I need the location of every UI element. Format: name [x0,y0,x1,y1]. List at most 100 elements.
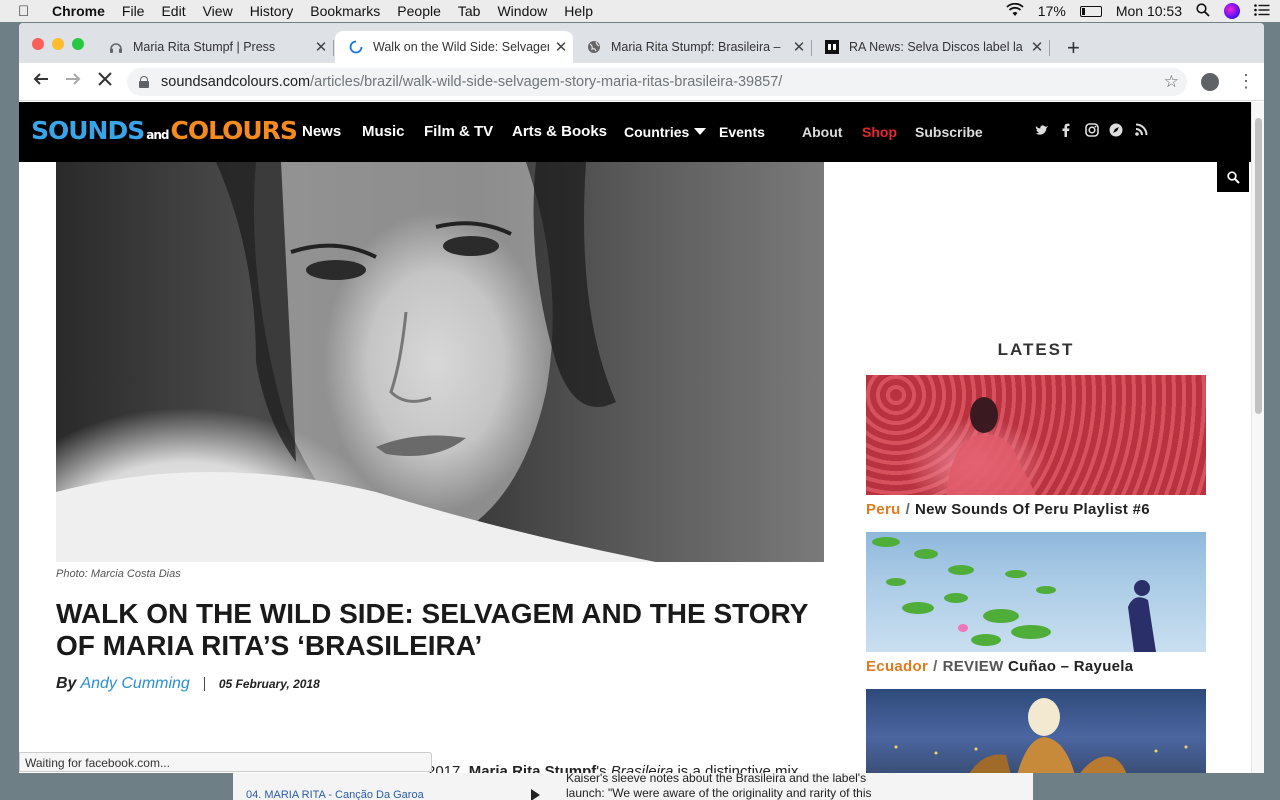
back-button[interactable] [33,71,49,92]
author-link[interactable]: Andy Cumming [80,675,189,693]
url-host: soundsandcolours.com [161,74,311,90]
chrome-menu-icon[interactable]: ⋮ [1237,71,1255,92]
byline-prefix: By [56,675,77,692]
portrait-illustration [56,162,656,562]
card-category[interactable]: Peru [866,501,901,518]
stop-loading-button[interactable] [97,71,113,92]
address-bar[interactable]: soundsandcolours.com/articles/brazil/wal… [127,68,1187,96]
card-artwork [894,698,1188,773]
close-tab-icon[interactable]: ✕ [309,38,333,56]
body-year: 2017, [427,763,465,773]
facebook-icon[interactable] [1062,123,1070,140]
latest-card-caption[interactable]: Peru / New Sounds Of Peru Playlist #6 [866,501,1150,518]
window-controls [32,38,84,50]
body-artist-name: Maria Rita Stumpf [468,763,597,773]
instagram-icon[interactable] [1085,123,1099,140]
battery-icon[interactable] [1079,5,1102,17]
siri-icon[interactable] [1224,3,1240,19]
clock[interactable]: Mon 10:53 [1116,3,1182,19]
tab-separator [333,40,334,56]
tab-walk-on-the-wild-side[interactable]: Walk on the Wild Side: Selvagem ✕ [335,31,573,63]
nav-countries-label: Countries [624,124,690,140]
menu-help[interactable]: Help [564,3,593,19]
card-artwork [872,537,1156,652]
nav-shop[interactable]: Shop [862,124,897,140]
browser-toolbar: soundsandcolours.com/articles/brazil/wal… [19,63,1264,101]
tab-title: Maria Rita Stumpf: Brasileira – [611,40,781,54]
status-bubble: Waiting for facebook.com... [19,752,432,772]
tab-maria-rita-brasileira[interactable]: Maria Rita Stumpf: Brasileira – ✕ [573,31,812,63]
background-text-line: Kaiser's sleeve notes about the Brasilei… [566,771,867,785]
tab-ra-news[interactable]: RA News: Selva Discos label la ✕ [811,31,1050,63]
menu-edit[interactable]: Edit [161,3,185,19]
battery-percent: 17% [1037,3,1066,19]
latest-card-caption[interactable]: Ecuador / REVIEW Cuñao – Rayuela [866,658,1133,675]
caption-slash: / [905,501,911,518]
apple-icon[interactable]:  [18,3,36,20]
article-body-first-line: 2017, Maria Rita Stumpf's Brasileira is … [427,763,798,773]
zoom-window-button[interactable] [72,38,84,50]
ra-logo-icon [825,40,839,54]
body-album: Brasileira [610,763,674,773]
close-window-button[interactable] [32,38,44,50]
menu-view[interactable]: View [203,3,233,19]
menubar-status-area: 17% Mon 10:53 [1006,0,1270,22]
nav-film-tv[interactable]: Film & TV [424,123,493,140]
tab-title: RA News: Selva Discos label la [849,40,1023,54]
tab-strip: Maria Rita Stumpf | Press ✕ Walk on the … [19,23,1264,63]
site-navbar: SOUNDS andCOLOURS News Music Film & TV Ar… [19,102,1251,162]
menu-bookmarks[interactable]: Bookmarks [310,3,380,19]
page-scrollbar[interactable] [1251,102,1264,773]
nav-events[interactable]: Events [719,124,765,140]
close-tab-icon[interactable]: ✕ [1025,38,1049,56]
new-tab-button[interactable]: + [1067,35,1080,61]
rss-icon[interactable] [1135,123,1148,139]
menu-history[interactable]: History [250,3,294,19]
latest-card-image[interactable] [866,689,1206,773]
tab-title: Maria Rita Stumpf | Press [133,40,276,54]
menu-app-name[interactable]: Chrome [52,3,105,19]
profile-avatar-icon[interactable] [1201,73,1219,91]
compass-icon[interactable] [1109,123,1123,140]
menu-window[interactable]: Window [497,3,547,19]
close-tab-icon[interactable]: ✕ [549,38,573,56]
latest-card-image[interactable] [866,532,1206,652]
globe-icon [587,40,601,54]
macos-menubar:  Chrome File Edit View History Bookmark… [0,0,1280,22]
menu-people[interactable]: People [397,3,441,19]
wifi-icon[interactable] [1006,2,1024,20]
site-search-button[interactable] [1217,162,1249,192]
forward-button[interactable] [65,71,81,92]
close-tab-icon[interactable]: ✕ [787,38,811,56]
logo-and: and [146,128,169,142]
logo-colours: COLOURS [170,116,297,145]
card-category[interactable]: Ecuador [866,658,928,675]
nav-about[interactable]: About [802,124,842,140]
nav-arts-books[interactable]: Arts & Books [512,123,607,140]
lock-icon[interactable] [139,76,149,88]
loading-spinner-icon [349,40,363,54]
scrollbar-thumb[interactable] [1255,118,1262,414]
background-track-link: 04. MARIA RITA - Canção Da Garoa [246,789,424,800]
byline-divider [203,677,205,691]
notification-center-icon[interactable] [1254,3,1270,19]
card-title[interactable]: Cuñao – Rayuela [1008,658,1133,675]
latest-card-image[interactable] [866,375,1206,495]
body-text: 's [596,763,611,773]
tab-maria-rita-press[interactable]: Maria Rita Stumpf | Press ✕ [95,31,334,63]
nav-countries[interactable]: Countries [624,124,707,140]
body-text: is a distinctive mix [673,763,799,773]
twitter-icon[interactable] [1035,123,1049,139]
spotlight-search-icon[interactable] [1196,2,1210,20]
bookmark-star-icon[interactable]: ☆ [1164,72,1179,92]
caption-slash: / [933,658,938,675]
nav-subscribe[interactable]: Subscribe [915,124,983,140]
nav-news[interactable]: News [302,123,341,140]
nav-music[interactable]: Music [362,123,405,140]
card-title[interactable]: New Sounds Of Peru Playlist #6 [915,501,1150,518]
chevron-down-icon [694,128,707,135]
menu-tab[interactable]: Tab [458,3,481,19]
minimize-window-button[interactable] [52,38,64,50]
menu-file[interactable]: File [122,3,145,19]
site-logo[interactable]: SOUNDS andCOLOURS [31,116,298,145]
